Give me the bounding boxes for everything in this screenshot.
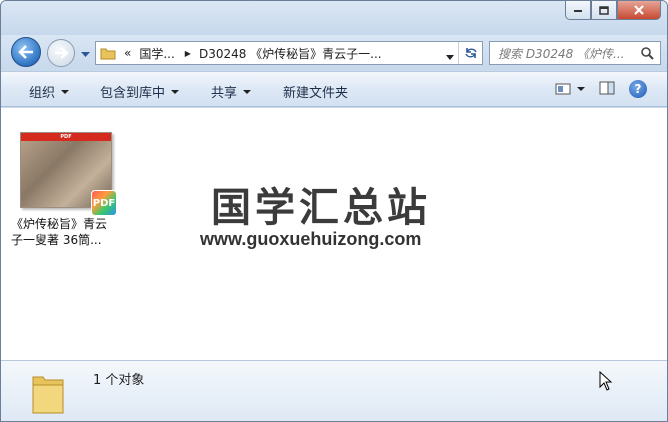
back-button[interactable] (11, 37, 41, 67)
share-menu[interactable]: 共享 (211, 82, 252, 101)
watermark-title: 国学汇总站 (211, 185, 431, 231)
minimize-button[interactable] (565, 1, 591, 20)
maximize-button[interactable] (591, 1, 617, 20)
maximize-icon (599, 5, 609, 15)
address-bar[interactable]: « 国学... ▶ D30248 《炉传秘旨》青云子一... (95, 41, 483, 65)
file-list-area[interactable]: PDF PDF 《炉传秘旨》青云 子一叟著 36筒... 国学汇总站 www.g… (1, 108, 667, 360)
preview-pane-icon (599, 81, 615, 94)
chevron-down-icon (171, 89, 180, 94)
arrow-right-icon (55, 47, 68, 59)
breadcrumb-separator-icon[interactable]: ▶ (185, 49, 191, 58)
folder-icon (100, 48, 116, 60)
chevron-down-icon (243, 89, 252, 94)
title-bar (1, 1, 667, 35)
share-label: 共享 (211, 86, 238, 101)
search-placeholder: 搜索 D30248 《炉传... (498, 46, 625, 61)
preview-pane-button[interactable] (599, 81, 615, 98)
chevron-down-icon (61, 89, 70, 94)
new-folder-button[interactable]: 新建文件夹 (283, 82, 348, 101)
arrow-left-icon (18, 45, 33, 59)
watermark-url: www.guoxuehuizong.com (200, 229, 422, 249)
chevron-down-icon (577, 87, 585, 91)
details-pane: 1 个对象 (1, 360, 667, 421)
minimize-icon (574, 10, 582, 12)
organize-menu[interactable]: 组织 (29, 82, 70, 101)
chevron-down-icon (81, 52, 90, 57)
view-controls: ? (555, 80, 647, 98)
close-icon (634, 5, 644, 15)
search-box[interactable]: 搜索 D30248 《炉传... (489, 41, 661, 65)
breadcrumb-item-root[interactable]: 国学... (139, 45, 174, 62)
refresh-button[interactable] (458, 42, 482, 64)
help-icon[interactable]: ? (629, 80, 647, 98)
pdf-icon: PDF (91, 190, 117, 216)
thumbnail-banner: PDF (21, 133, 111, 141)
new-folder-label: 新建文件夹 (283, 86, 349, 101)
refresh-icon (464, 48, 477, 58)
breadcrumb-item-current[interactable]: D30248 《炉传秘旨》青云子一... (199, 45, 382, 62)
command-bar: 组织 包含到库中 共享 新建文件夹 ? (1, 71, 667, 107)
navigation-row: « 国学... ▶ D30248 《炉传秘旨》青云子一... 搜索 D30248… (1, 35, 667, 69)
change-view-button[interactable] (555, 82, 585, 96)
folder-icon (32, 376, 64, 414)
include-in-library-menu[interactable]: 包含到库中 (100, 82, 180, 101)
forward-button[interactable] (47, 39, 75, 67)
file-name-line-1: 《炉传秘旨》青云 (11, 217, 108, 231)
mouse-cursor-icon (599, 371, 613, 391)
file-name-line-2: 子一叟著 36筒... (11, 233, 102, 247)
address-history-dropdown[interactable] (446, 49, 454, 63)
view-icon (555, 83, 571, 95)
file-name: 《炉传秘旨》青云 子一叟著 36筒... (11, 216, 115, 248)
breadcrumb-overflow[interactable]: « (124, 46, 131, 60)
file-item-pdf[interactable]: PDF PDF 《炉传秘旨》青云 子一叟著 36筒... (11, 132, 119, 248)
item-count: 1 个对象 (93, 373, 145, 388)
search-icon[interactable] (640, 46, 654, 60)
chevron-down-icon (446, 55, 454, 60)
explorer-window: « 国学... ▶ D30248 《炉传秘旨》青云子一... 搜索 D30248… (0, 0, 668, 422)
close-button[interactable] (617, 1, 661, 20)
recent-pages-dropdown[interactable] (81, 47, 90, 61)
organize-label: 组织 (29, 86, 56, 101)
window-controls (565, 1, 661, 20)
include-library-label: 包含到库中 (100, 86, 166, 101)
